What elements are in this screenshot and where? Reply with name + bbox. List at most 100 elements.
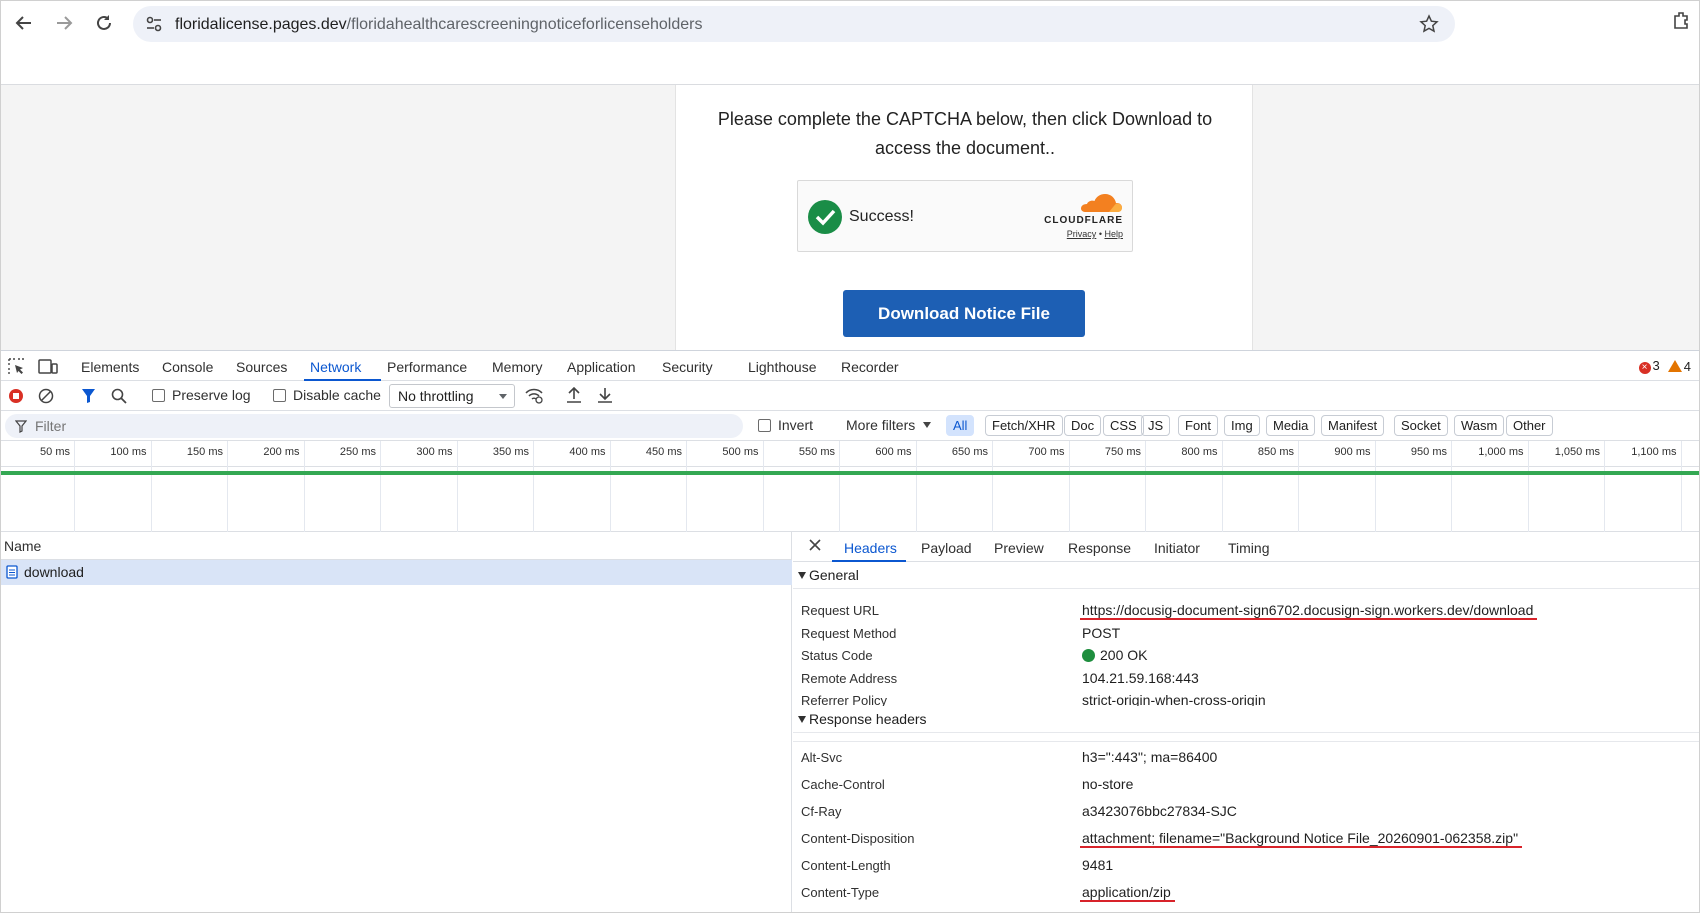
type-filter-font[interactable]: Font xyxy=(1178,415,1219,436)
type-filter-fetchxhr[interactable]: Fetch/XHR xyxy=(985,415,1063,436)
tab-security[interactable]: Security xyxy=(662,359,713,375)
tab-performance[interactable]: Performance xyxy=(387,359,467,375)
back-button[interactable] xyxy=(8,7,40,39)
header-value[interactable]: h3=":443"; ma=86400 xyxy=(1082,749,1217,765)
privacy-link[interactable]: Privacy xyxy=(1067,229,1097,239)
timeline-tick-label: 950 ms xyxy=(1410,446,1447,458)
header-value[interactable]: no-store xyxy=(1082,776,1133,792)
search-icon[interactable] xyxy=(111,388,127,404)
preserve-log-label: Preserve log xyxy=(172,387,251,403)
tab-elements[interactable]: Elements xyxy=(81,359,139,375)
header-value[interactable]: a3423076bbc27834-SJC xyxy=(1082,803,1237,819)
export-har-icon[interactable] xyxy=(597,387,613,404)
header-name: Alt-Svc xyxy=(801,750,843,765)
timeline-request-bar xyxy=(1,471,1699,475)
detail-tab-headers[interactable]: Headers xyxy=(844,540,897,556)
tab-sources[interactable]: Sources xyxy=(236,359,287,375)
download-notice-button[interactable]: Download Notice File xyxy=(843,290,1085,337)
header-value-text: https://docusig-document-sign6702.docusi… xyxy=(1082,602,1534,618)
header-value[interactable]: 9481 xyxy=(1082,857,1113,873)
request-row[interactable]: download xyxy=(1,560,792,585)
throttling-select[interactable]: No throttling xyxy=(389,384,515,408)
tab-lighthouse[interactable]: Lighthouse xyxy=(748,359,817,375)
header-name: Cache-Control xyxy=(801,777,885,792)
type-filter-manifest[interactable]: Manifest xyxy=(1321,415,1385,436)
timeline-gridline xyxy=(1604,441,1605,532)
site-settings-icon[interactable] xyxy=(145,15,163,33)
type-filter-css[interactable]: CSS xyxy=(1103,415,1144,436)
detail-tab-preview[interactable]: Preview xyxy=(994,540,1044,556)
expand-triangle-icon xyxy=(798,716,806,723)
tab-console[interactable]: Console xyxy=(162,359,213,375)
preserve-log-checkbox[interactable]: Preserve log xyxy=(152,387,251,403)
annotation-underline xyxy=(1080,900,1175,902)
timeline-gridline xyxy=(150,441,152,532)
response-headers-section-header[interactable]: Response headers xyxy=(793,706,1699,733)
timeline-gridline xyxy=(1298,441,1299,532)
type-filter-socket[interactable]: Socket xyxy=(1394,415,1448,436)
extensions-icon[interactable] xyxy=(1671,9,1693,31)
cloudflare-turnstile-widget[interactable]: Success! CLOUDFLARE Privacy • Help xyxy=(797,180,1133,252)
record-stop-icon[interactable] xyxy=(8,388,24,404)
error-count: × 3 xyxy=(1638,358,1660,374)
header-value[interactable]: https://docusig-document-sign6702.docusi… xyxy=(1082,602,1533,618)
timeline-gridline xyxy=(609,441,611,532)
type-filter-all[interactable]: All xyxy=(946,415,975,436)
header-value[interactable]: POST xyxy=(1082,625,1120,641)
document-icon xyxy=(6,565,18,579)
timeline-gridline xyxy=(533,441,534,532)
clear-icon[interactable] xyxy=(38,388,54,404)
general-title: General xyxy=(809,567,859,583)
type-filter-wasm[interactable]: Wasm xyxy=(1454,415,1505,436)
inspect-element-icon[interactable] xyxy=(8,358,25,375)
issue-counts[interactable]: × 3 4 xyxy=(1638,358,1691,374)
content-card: Please complete the CAPTCHA below, then … xyxy=(675,85,1253,350)
forward-button[interactable] xyxy=(48,7,80,39)
header-value[interactable]: 104.21.59.168:443 xyxy=(1082,670,1199,686)
annotation-underline xyxy=(1080,846,1522,848)
type-filter-doc[interactable]: Doc xyxy=(1064,415,1102,436)
name-column-header[interactable]: Name xyxy=(1,532,792,560)
type-filter-js[interactable]: JS xyxy=(1141,415,1171,436)
filter-funnel-icon[interactable] xyxy=(81,388,96,404)
annotation-underline xyxy=(1080,618,1537,620)
import-har-icon[interactable] xyxy=(566,387,582,404)
tab-recorder[interactable]: Recorder xyxy=(841,359,899,375)
help-link[interactable]: Help xyxy=(1104,229,1123,239)
filter-input[interactable] xyxy=(5,414,743,438)
type-filter-other[interactable]: Other xyxy=(1506,415,1553,436)
device-toolbar-icon[interactable] xyxy=(38,358,58,375)
invert-checkbox[interactable]: Invert xyxy=(758,417,813,433)
more-filters-dropdown[interactable]: More filters xyxy=(846,417,932,433)
page-viewport: Please complete the CAPTCHA below, then … xyxy=(1,85,1699,350)
success-check-icon xyxy=(808,200,842,234)
timeline-tick-label: 700 ms xyxy=(1028,446,1065,458)
header-value[interactable]: attachment; filename="Background Notice … xyxy=(1082,830,1518,846)
close-icon[interactable] xyxy=(807,537,823,553)
type-filter-media[interactable]: Media xyxy=(1266,415,1316,436)
throttling-value: No throttling xyxy=(398,388,474,404)
bookmark-star-icon[interactable] xyxy=(1419,14,1439,34)
header-value-text: no-store xyxy=(1082,776,1134,792)
detail-tab-payload[interactable]: Payload xyxy=(921,540,972,556)
tab-application[interactable]: Application xyxy=(567,359,636,375)
tab-memory[interactable]: Memory xyxy=(492,359,543,375)
timeline-tick-label: 400 ms xyxy=(569,446,606,458)
general-section-header[interactable]: General xyxy=(793,562,1699,589)
detail-tab-initiator[interactable]: Initiator xyxy=(1154,540,1200,556)
reload-button[interactable] xyxy=(88,7,120,39)
detail-tab-bar: Headers Payload Preview Response Initiator Ti… xyxy=(793,532,1699,562)
disable-cache-checkbox[interactable]: Disable cache xyxy=(273,387,381,403)
type-filter-img[interactable]: Img xyxy=(1224,415,1260,436)
reload-icon xyxy=(97,15,111,30)
tab-network[interactable]: Network xyxy=(310,359,361,375)
address-bar[interactable]: floridalicense.pages.dev/floridahealthca… xyxy=(133,6,1455,42)
detail-tab-response[interactable]: Response xyxy=(1068,540,1131,556)
warning-count: 4 xyxy=(1667,359,1691,374)
timeline-tick-label: 550 ms xyxy=(798,446,835,458)
timeline-gridline xyxy=(1374,441,1376,532)
network-conditions-icon[interactable] xyxy=(524,387,544,405)
header-value[interactable]: application/zip xyxy=(1082,884,1171,900)
header-value[interactable]: 200 OK xyxy=(1082,647,1147,663)
detail-tab-timing[interactable]: Timing xyxy=(1228,540,1270,556)
